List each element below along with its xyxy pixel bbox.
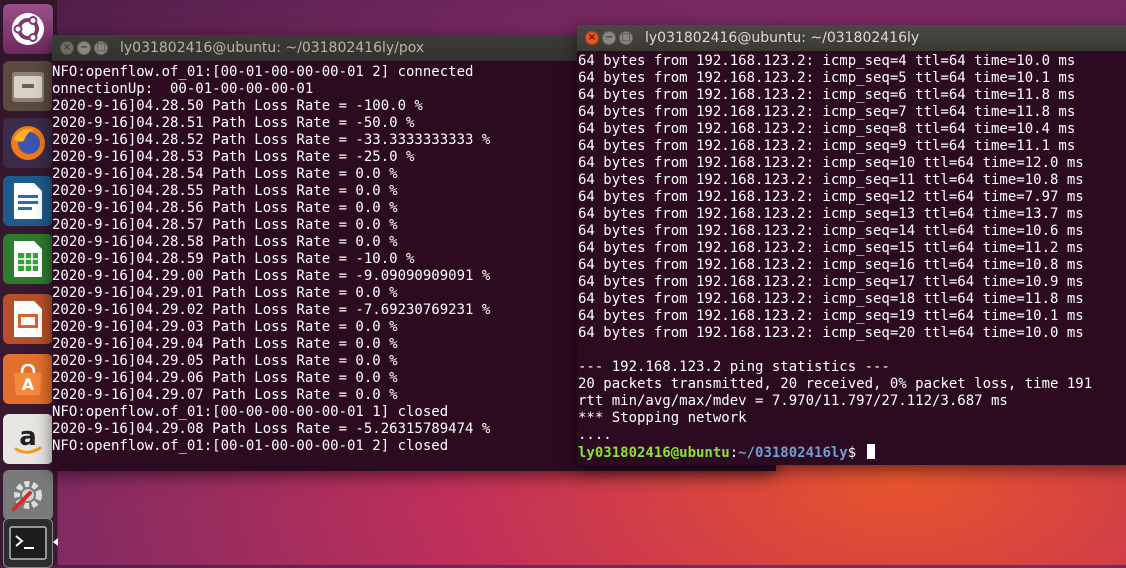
calc-icon[interactable] (3, 234, 53, 284)
terminal-line: 64 bytes from 192.168.123.2: icmp_seq=10… (578, 155, 1084, 171)
terminal-line: 64 bytes from 192.168.123.2: icmp_seq=15… (578, 240, 1084, 256)
terminal-line: 64 bytes from 192.168.123.2: icmp_seq=19… (578, 308, 1084, 324)
amazon-icon[interactable]: a (3, 414, 53, 464)
launcher: A a (0, 0, 58, 568)
terminal-line: 64 bytes from 192.168.123.2: icmp_seq=20… (578, 325, 1084, 341)
prompt-symbol: $ (847, 445, 865, 461)
files-icon[interactable] (3, 61, 53, 111)
close-icon[interactable]: × (585, 31, 599, 45)
terminal-line: 64 bytes from 192.168.123.2: icmp_seq=16… (578, 257, 1084, 273)
system-settings-icon[interactable] (3, 470, 53, 520)
minimize-icon[interactable]: − (602, 31, 616, 45)
terminal-line: 64 bytes from 192.168.123.2: icmp_seq=17… (578, 274, 1084, 290)
terminal-line: 64 bytes from 192.168.123.2: icmp_seq=6 … (578, 87, 1076, 103)
svg-text:A: A (22, 375, 35, 394)
ubuntu-logo-icon[interactable] (3, 4, 53, 54)
text-cursor (866, 444, 875, 459)
titlebar[interactable]: × − □ ly031802416@ubuntu: ~/031802416ly (577, 25, 1126, 51)
software-center-icon[interactable]: A (3, 354, 53, 404)
writer-icon[interactable] (3, 176, 53, 226)
impress-icon[interactable] (3, 294, 53, 344)
terminal-line: --- 192.168.123.2 ping statistics --- (578, 359, 890, 375)
terminal-line: rtt min/avg/max/mdev = 7.970/11.797/27.1… (578, 393, 1008, 409)
terminal-window-main[interactable]: × − □ ly031802416@ubuntu: ~/031802416ly … (577, 25, 1126, 465)
terminal-line: 64 bytes from 192.168.123.2: icmp_seq=4 … (578, 53, 1076, 69)
window-controls: × − □ (60, 41, 108, 55)
maximize-icon[interactable]: □ (619, 31, 633, 45)
terminal-line: 64 bytes from 192.168.123.2: icmp_seq=7 … (578, 104, 1076, 120)
window-title: ly031802416@ubuntu: ~/031802416ly (645, 30, 920, 46)
terminal-line: 64 bytes from 192.168.123.2: icmp_seq=9 … (578, 138, 1076, 154)
close-icon[interactable]: × (60, 41, 74, 55)
prompt-separator: : (729, 445, 739, 461)
prompt-user: ly031802416@ubuntu (578, 445, 730, 461)
firefox-icon[interactable] (3, 118, 53, 168)
svg-text:a: a (19, 422, 37, 452)
window-controls: × − □ (585, 31, 633, 45)
active-indicator (53, 538, 58, 546)
terminal-line: 64 bytes from 192.168.123.2: icmp_seq=12… (578, 189, 1084, 205)
terminal-line: 64 bytes from 192.168.123.2: icmp_seq=13… (578, 206, 1084, 222)
terminal-line: *** Stopping network (578, 410, 747, 426)
shell-prompt[interactable]: ly031802416@ubuntu:~/031802416ly$ (578, 444, 1126, 461)
maximize-icon[interactable]: □ (94, 41, 108, 55)
terminal-line: 64 bytes from 192.168.123.2: icmp_seq=5 … (578, 70, 1076, 86)
terminal-icon[interactable] (3, 518, 53, 568)
terminal-line: 64 bytes from 192.168.123.2: icmp_seq=18… (578, 291, 1084, 307)
terminal-line: .... (578, 427, 612, 443)
prompt-path: ~/031802416ly (738, 445, 848, 461)
minimize-icon[interactable]: − (77, 41, 91, 55)
terminal-line: 64 bytes from 192.168.123.2: icmp_seq=11… (578, 172, 1084, 188)
terminal-output[interactable]: 64 bytes from 192.168.123.2: icmp_seq=4 … (578, 51, 1126, 465)
terminal-line: 64 bytes from 192.168.123.2: icmp_seq=14… (578, 223, 1084, 239)
terminal-line: 64 bytes from 192.168.123.2: icmp_seq=8 … (578, 121, 1076, 137)
terminal-line: 20 packets transmitted, 20 received, 0% … (578, 376, 1093, 392)
window-title: ly031802416@ubuntu: ~/031802416ly/pox (120, 40, 425, 56)
